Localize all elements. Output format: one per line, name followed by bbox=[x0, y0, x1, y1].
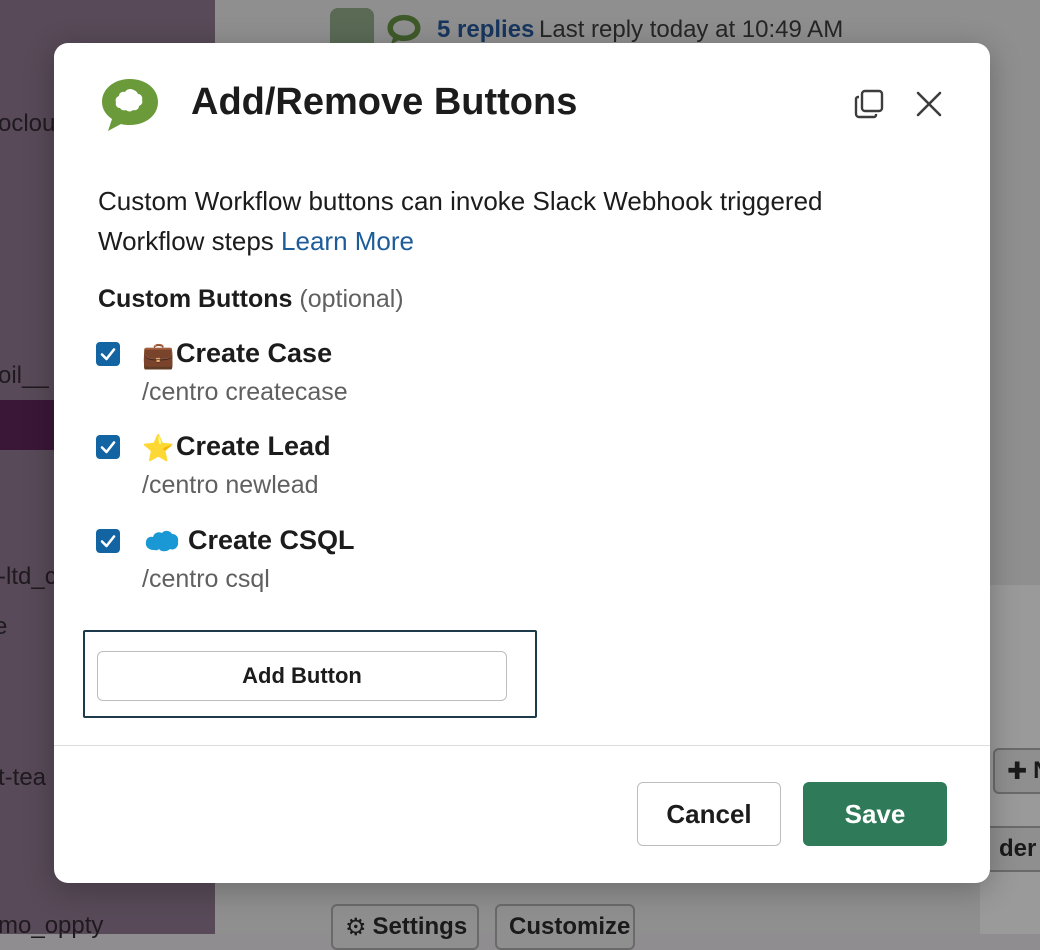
sidebar-channel-fragment: oil__ bbox=[0, 362, 49, 389]
create-csql-label: Create CSQL bbox=[188, 525, 355, 555]
gear-icon: ⚙ bbox=[345, 913, 367, 941]
sidebar-channel-fragment: e bbox=[0, 613, 8, 640]
settings-button[interactable]: ⚙ Settings bbox=[331, 904, 479, 950]
salesforce-cloud-icon bbox=[145, 530, 179, 552]
close-button[interactable] bbox=[909, 84, 949, 124]
sidebar-channel-fragment: t-tea bbox=[0, 764, 47, 791]
sidebar-channel-fragment: -ltd_c bbox=[0, 563, 57, 590]
add-button[interactable]: Add Button bbox=[97, 651, 507, 701]
custom-buttons-label: Custom Buttons (optional) bbox=[98, 285, 404, 313]
thread-replies-link[interactable]: 5 replies bbox=[437, 16, 534, 44]
save-button[interactable]: Save bbox=[803, 782, 947, 846]
thread-last-reply: Last reply today at 10:49 AM bbox=[539, 16, 844, 43]
briefcase-icon: 💼 bbox=[142, 340, 175, 370]
checkmark-icon bbox=[100, 348, 116, 361]
create-case-checkbox[interactable] bbox=[96, 342, 120, 366]
star-icon: ⭐ bbox=[142, 433, 175, 463]
add-remove-buttons-modal: Add/Remove Buttons Custom Workflow butto… bbox=[54, 43, 990, 883]
create-csql-checkbox[interactable] bbox=[96, 529, 120, 553]
checkmark-icon bbox=[100, 535, 116, 548]
customize-button[interactable]: Customize bbox=[495, 904, 635, 950]
learn-more-link[interactable]: Learn More bbox=[281, 226, 414, 256]
cancel-button[interactable]: Cancel bbox=[637, 782, 781, 846]
chat-bubble-logo-icon bbox=[102, 79, 158, 131]
plus-icon: ✚ bbox=[1007, 757, 1028, 785]
create-case-command: /centro createcase bbox=[142, 378, 348, 406]
sidebar-selected-stripe bbox=[0, 400, 55, 450]
create-lead-label: Create Lead bbox=[176, 431, 331, 461]
create-lead-checkbox[interactable] bbox=[96, 435, 120, 459]
close-icon bbox=[916, 91, 942, 117]
checkmark-icon bbox=[100, 441, 116, 454]
create-lead-command: /centro newlead bbox=[142, 471, 319, 499]
footer-divider bbox=[54, 745, 990, 746]
create-case-label: Create Case bbox=[176, 338, 333, 368]
new-button[interactable]: ✚ N bbox=[993, 748, 1040, 794]
modal-title: Add/Remove Buttons bbox=[191, 81, 578, 123]
modal-description: Custom Workflow buttons can invoke Slack… bbox=[98, 186, 823, 256]
order-button[interactable]: der bbox=[985, 826, 1040, 872]
popout-window-icon bbox=[854, 89, 884, 119]
create-csql-command: /centro csql bbox=[142, 565, 270, 593]
popout-button[interactable] bbox=[849, 84, 889, 124]
sidebar-channel-fragment: mo_oppty bbox=[0, 912, 104, 939]
